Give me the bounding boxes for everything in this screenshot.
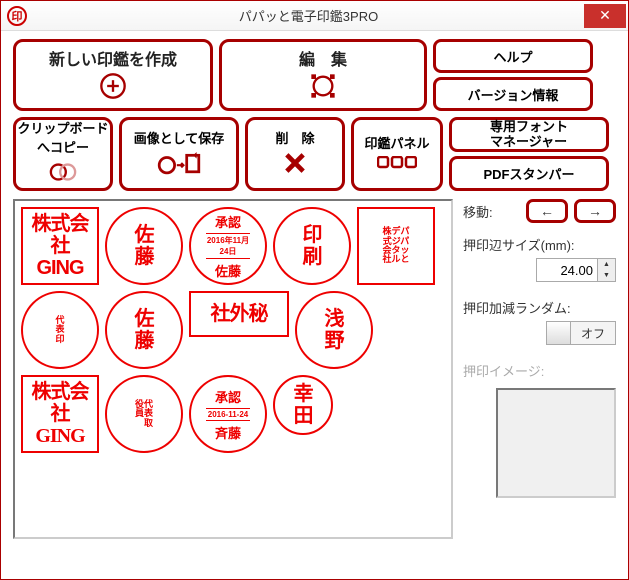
app-icon: 印 [7,6,27,26]
toggle-knob-icon [547,322,571,344]
stamp-item[interactable]: 浅 野 [295,291,373,369]
move-right-button[interactable]: → [574,199,616,223]
stamp-item[interactable]: 株デパ 式ジパ 会タッ 社ルと [357,207,435,285]
size-input-group: ▲ ▼ [536,258,616,282]
size-label: 押印辺サイズ(mm): [463,235,616,254]
stamp-item[interactable]: 株式会社 GING [21,375,99,453]
random-toggle[interactable]: オフ [546,321,616,345]
clipboard-label: クリップボード へコピー [17,118,108,156]
stamp-item[interactable]: 佐 藤 [105,291,183,369]
stamp-item[interactable]: 代 表 印 [21,291,99,369]
clipboard-rings-icon [49,158,77,190]
window-title: パパッと電子印鑑3PRO [33,6,584,25]
size-input[interactable] [537,259,597,281]
size-spin-down[interactable]: ▼ [598,270,615,281]
size-spin-up[interactable]: ▲ [598,259,615,270]
preview-box [496,388,616,498]
delete-label: 削 除 [275,128,314,147]
close-button[interactable]: ✕ [584,4,626,28]
stamp-item[interactable]: 承認2016年11月24日佐藤 [189,207,267,285]
stamp-list[interactable]: 株式会社 GING佐 藤承認2016年11月24日佐藤印 刷株デパ 式ジパ 会タ… [13,199,453,539]
stamp-item[interactable]: 幸 田 [273,375,333,435]
stamp-item[interactable]: 社外秘 [189,291,289,337]
edit-label: 編 集 [299,46,347,70]
stamp-item[interactable]: 承認2016-11-24斉藤 [189,375,267,453]
pdf-stamper-label: PDFスタンパー [483,164,574,183]
arrow-left-icon: ← [540,203,554,219]
save-image-button[interactable]: 画像として保存 [119,117,239,191]
random-state: オフ [571,322,615,344]
titlebar: 印 パパッと電子印鑑3PRO ✕ [1,1,628,31]
create-stamp-label: 新しい印鑑を作成 [49,46,177,70]
preview-label: 押印イメージ: [463,361,616,380]
pdf-stamper-button[interactable]: PDFスタンパー [449,156,609,191]
stamp-item[interactable]: 株式会社 GING [21,207,99,285]
arrow-right-icon: → [588,203,602,219]
delete-x-icon [281,149,309,181]
stamp-item[interactable]: 印 刷 [273,207,351,285]
stamp-item[interactable]: 佐 藤 [105,207,183,285]
version-button[interactable]: バージョン情報 [433,77,593,111]
clipboard-copy-button[interactable]: クリップボード へコピー [13,117,113,191]
stamp-panel-label: 印鑑パネル [364,133,429,152]
stamp-item[interactable]: 役代 員表 取 [105,375,183,453]
font-manager-label: 専用フォント マネージャー [490,120,568,149]
random-label: 押印加減ランダム: [463,298,616,317]
move-left-button[interactable]: ← [526,199,568,223]
move-label: 移動: [463,202,493,221]
stamp-panel-button[interactable]: 印鑑パネル [351,117,443,191]
save-image-icon [157,149,201,181]
panel-squares-icon [377,154,417,176]
save-image-label: 画像として保存 [134,128,225,147]
edit-handles-icon [309,72,337,105]
help-button[interactable]: ヘルプ [433,39,593,73]
plus-circle-icon [99,72,127,105]
create-stamp-button[interactable]: 新しい印鑑を作成 [13,39,213,111]
edit-button[interactable]: 編 集 [219,39,427,111]
delete-button[interactable]: 削 除 [245,117,345,191]
version-label: バージョン情報 [468,85,559,104]
font-manager-button[interactable]: 専用フォント マネージャー [449,117,609,152]
help-label: ヘルプ [493,47,532,66]
